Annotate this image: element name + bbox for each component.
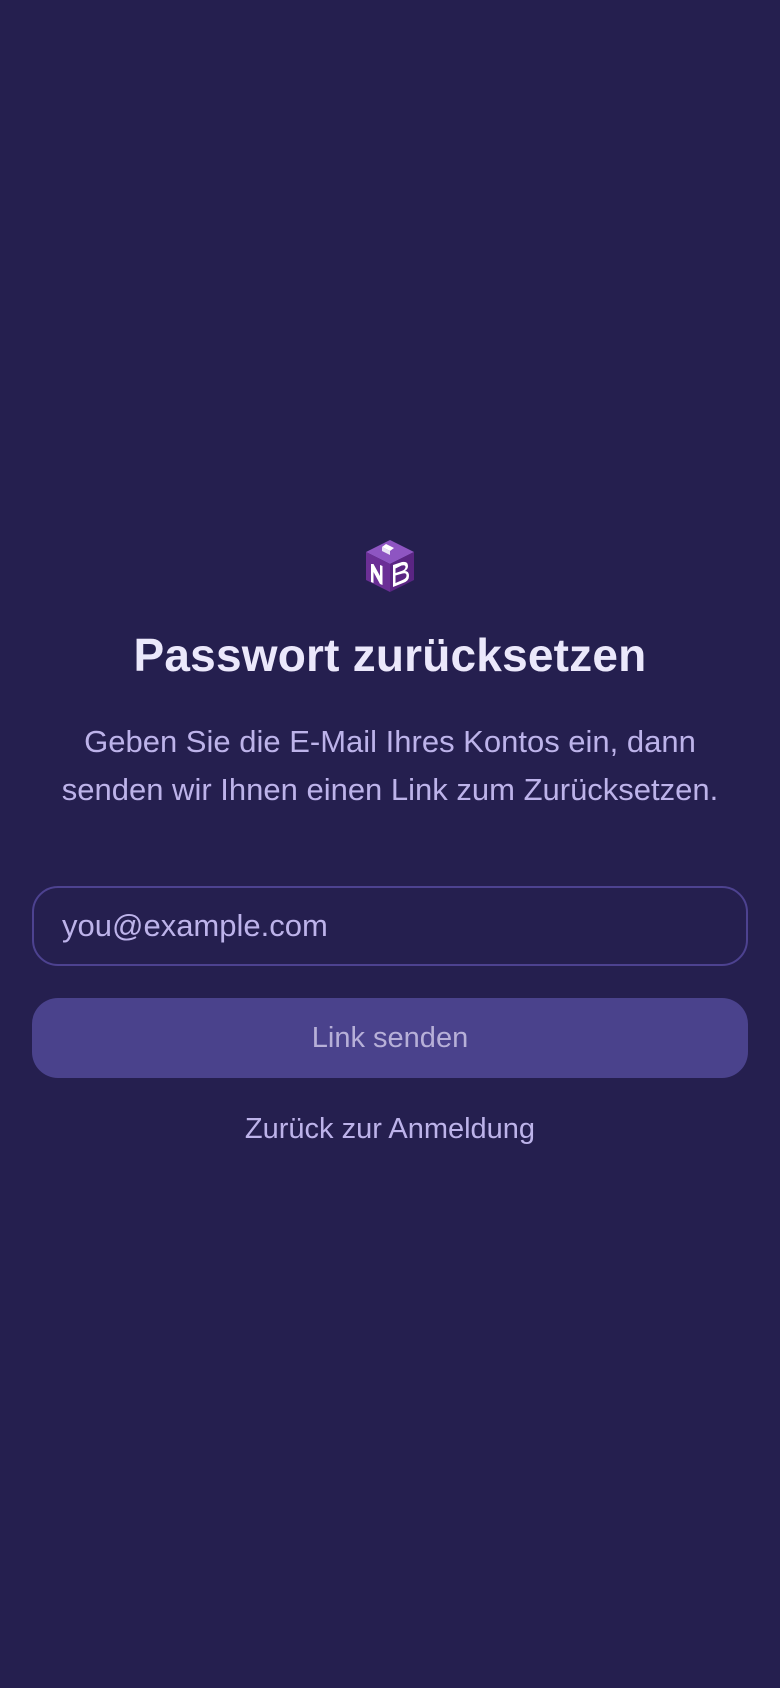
app-logo (364, 538, 416, 594)
email-input[interactable] (34, 888, 746, 964)
back-to-login-link[interactable]: Zurück zur Anmeldung (0, 1108, 780, 1150)
email-field[interactable] (32, 886, 748, 966)
send-link-button[interactable]: Link senden (32, 998, 748, 1078)
password-reset-screen: Passwort zurücksetzen Geben Sie die E-Ma… (0, 0, 780, 1688)
instruction-text: Geben Sie die E-Mail Ihres Kontos ein, d… (61, 724, 719, 807)
nb-cube-logo-icon (366, 540, 414, 592)
page-title: Passwort zurücksetzen (133, 629, 647, 681)
